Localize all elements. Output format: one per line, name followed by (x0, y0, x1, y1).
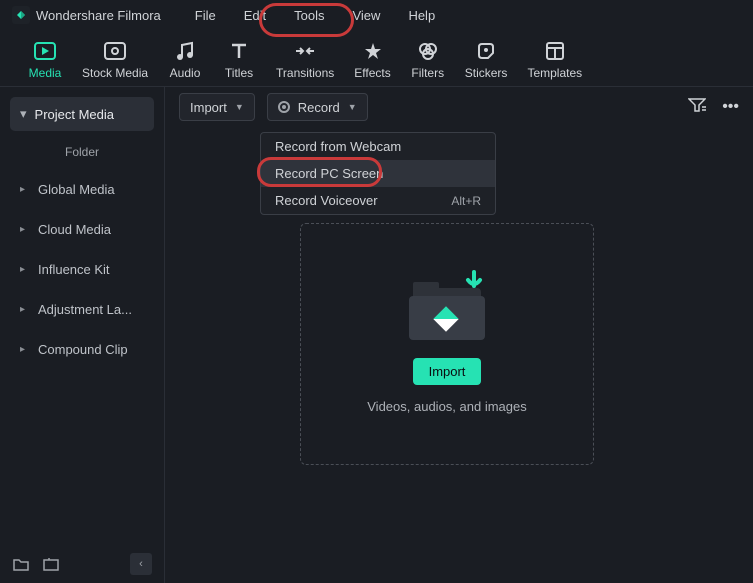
chevron-right-icon: ▸ (20, 264, 28, 275)
titlebar: Wondershare Filmora File Edit Tools View… (0, 0, 753, 30)
tab-audio[interactable]: Audio (158, 40, 212, 80)
sidebar-item-influence-kit[interactable]: ▸Influence Kit (10, 249, 154, 289)
tab-stock-media[interactable]: Stock Media (72, 40, 158, 80)
tab-templates[interactable]: Templates (517, 40, 592, 80)
media-icon (34, 40, 56, 62)
sidebar-item-adjustment-layer[interactable]: ▸Adjustment La... (10, 289, 154, 329)
chevron-down-icon: ▾ (20, 106, 27, 122)
new-bin-icon[interactable] (42, 555, 60, 573)
transitions-icon (294, 40, 316, 62)
stickers-icon (476, 40, 496, 62)
menu-tools[interactable]: Tools (294, 8, 324, 23)
menu-file[interactable]: File (195, 8, 216, 23)
app-name: Wondershare Filmora (36, 8, 161, 23)
sidebar-item-global-media[interactable]: ▸Global Media (10, 169, 154, 209)
tab-media[interactable]: Media (18, 40, 72, 80)
chevron-down-icon: ▼ (348, 102, 357, 112)
chevron-right-icon: ▸ (20, 184, 28, 195)
filter-icon[interactable] (688, 97, 706, 118)
folder-illustration (407, 274, 487, 344)
tab-titles[interactable]: Titles (212, 40, 266, 80)
download-arrow-icon (461, 270, 487, 299)
stock-media-icon (104, 40, 126, 62)
menu-item-record-pc-screen[interactable]: Record PC Screen (261, 160, 495, 187)
project-media-header[interactable]: ▾ Project Media (10, 97, 154, 131)
sidebar: ▾ Project Media Folder ▸Global Media ▸Cl… (0, 87, 164, 583)
menu-item-record-voiceover[interactable]: Record VoiceoverAlt+R (261, 187, 495, 214)
sidebar-item-cloud-media[interactable]: ▸Cloud Media (10, 209, 154, 249)
chevron-right-icon: ▸ (20, 304, 28, 315)
chevron-down-icon: ▼ (235, 102, 244, 112)
folder-label: Folder (10, 131, 154, 169)
toolbar: Media Stock Media Audio Titles Transitio… (0, 30, 753, 86)
record-icon (278, 101, 290, 113)
menu-view[interactable]: View (352, 8, 380, 23)
menu-edit[interactable]: Edit (244, 8, 266, 23)
effects-icon (363, 40, 383, 62)
record-dropdown[interactable]: Record ▼ (267, 93, 368, 121)
record-menu: Record from Webcam Record PC Screen Reco… (260, 132, 496, 215)
sidebar-item-compound-clip[interactable]: ▸Compound Clip (10, 329, 154, 369)
dropzone-hint: Videos, audios, and images (367, 399, 526, 414)
templates-icon (546, 40, 564, 62)
menu-item-record-webcam[interactable]: Record from Webcam (261, 133, 495, 160)
chevron-right-icon: ▸ (20, 224, 28, 235)
app-logo (12, 6, 30, 24)
filters-icon (418, 40, 438, 62)
collapse-sidebar-button[interactable]: ‹ (130, 553, 152, 575)
tab-filters[interactable]: Filters (401, 40, 455, 80)
subtoolbar: Import ▼ Record ▼ ••• (165, 87, 753, 127)
chevron-right-icon: ▸ (20, 344, 28, 355)
import-dropzone[interactable]: Import Videos, audios, and images (300, 223, 594, 465)
tab-transitions[interactable]: Transitions (266, 40, 344, 80)
more-icon[interactable]: ••• (722, 98, 739, 116)
audio-icon (176, 40, 194, 62)
new-folder-icon[interactable] (12, 555, 30, 573)
menubar: File Edit Tools View Help (195, 8, 435, 23)
tab-stickers[interactable]: Stickers (455, 40, 518, 80)
tab-effects[interactable]: Effects (344, 40, 400, 80)
titles-icon (230, 40, 248, 62)
import-dropdown[interactable]: Import ▼ (179, 93, 255, 121)
import-button[interactable]: Import (413, 358, 482, 385)
menu-help[interactable]: Help (408, 8, 435, 23)
